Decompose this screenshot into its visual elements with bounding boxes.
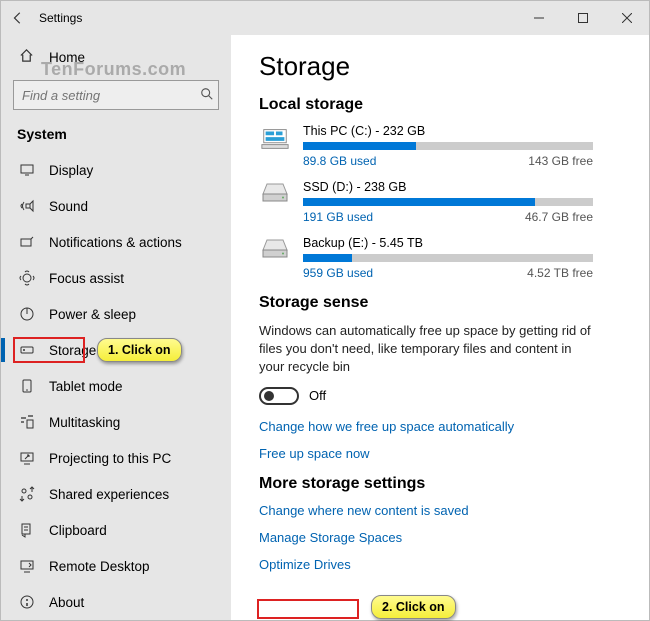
nav-label: Tablet mode [49,379,123,394]
nav-label: Notifications & actions [49,235,182,250]
callout-one: 1. Click on [97,338,182,362]
drive-row[interactable]: This PC (C:) - 232 GB 89.8 GB used 143 GB … [259,124,627,168]
nav-label: Clipboard [49,523,107,538]
back-button[interactable] [1,1,35,35]
sidebar-item-sound[interactable]: Sound [1,188,231,224]
nav-label: Sound [49,199,88,214]
nav-label: Storage [49,343,96,358]
nav-icon [19,342,35,358]
nav-icon [19,522,35,538]
home-label: Home [49,50,85,65]
nav-label: Display [49,163,93,178]
nav-icon [19,486,35,502]
drive-icon [259,236,295,272]
drive-usage-bar [303,254,593,262]
callout-two: 2. Click on [371,595,456,619]
link-change-content-saved[interactable]: Change where new content is saved [259,503,627,518]
nav-icon [19,450,35,466]
drive-row[interactable]: Backup (E:) - 5.45 TB 959 GB used 4.52 TB … [259,236,627,280]
nav-icon [19,234,35,250]
drive-free: 143 GB free [528,154,593,168]
sidebar-item-clipboard[interactable]: Clipboard [1,512,231,548]
nav-label: Projecting to this PC [49,451,171,466]
maximize-button[interactable] [561,1,605,35]
nav-icon [19,558,35,574]
toggle-switch[interactable] [259,387,299,405]
link-manage-storage-spaces[interactable]: Manage Storage Spaces [259,530,627,545]
sidebar-category: System [1,120,231,152]
drive-free: 46.7 GB free [525,210,593,224]
link-change-free-up[interactable]: Change how we free up space automaticall… [259,419,627,434]
link-optimize-drives[interactable]: Optimize Drives [259,557,627,572]
drive-name: SSD (D:) - 238 GB [303,180,627,194]
sidebar-home[interactable]: Home [1,41,231,74]
minimize-button[interactable] [517,1,561,35]
sidebar-item-remote-desktop[interactable]: Remote Desktop [1,548,231,584]
drive-name: Backup (E:) - 5.45 TB [303,236,627,250]
sidebar-item-focus-assist[interactable]: Focus assist [1,260,231,296]
storage-sense-text: Windows can automatically free up space … [259,322,599,377]
nav-label: Shared experiences [49,487,169,502]
page-heading: Storage [259,51,627,82]
toggle-label: Off [309,388,326,403]
nav-label: Focus assist [49,271,124,286]
sidebar: Home System Display Sound Notifications & … [1,35,231,620]
nav-icon [19,414,35,430]
titlebar: Settings [1,1,649,35]
nav-label: About [49,595,84,610]
storage-sense-heading: Storage sense [259,294,627,312]
drive-used: 89.8 GB used [303,154,376,168]
search-input[interactable] [22,88,200,103]
drive-icon [259,124,295,160]
search-box[interactable] [13,80,219,110]
nav-icon [19,594,35,610]
nav-icon [19,306,35,322]
nav-label: Multitasking [49,415,120,430]
local-storage-heading: Local storage [259,96,627,114]
drive-name: This PC (C:) - 232 GB [303,124,627,138]
sidebar-item-notifications-actions[interactable]: Notifications & actions [1,224,231,260]
nav-icon [19,378,35,394]
storage-sense-toggle[interactable]: Off [259,387,627,405]
drive-usage-bar [303,142,593,150]
nav-icon [19,162,35,178]
window-title: Settings [35,11,517,25]
nav-label: Remote Desktop [49,559,150,574]
drive-free: 4.52 TB free [527,266,593,280]
sidebar-item-projecting-to-this-pc[interactable]: Projecting to this PC [1,440,231,476]
nav-label: Power & sleep [49,307,136,322]
drive-icon [259,180,295,216]
sidebar-item-display[interactable]: Display [1,152,231,188]
nav-icon [19,198,35,214]
sidebar-item-about[interactable]: About [1,584,231,620]
sidebar-item-power-sleep[interactable]: Power & sleep [1,296,231,332]
drive-used: 959 GB used [303,266,373,280]
close-button[interactable] [605,1,649,35]
sidebar-item-multitasking[interactable]: Multitasking [1,404,231,440]
more-settings-heading: More storage settings [259,475,627,493]
main-panel: Storage Local storage This PC (C:) - 232… [231,35,649,620]
sidebar-item-tablet-mode[interactable]: Tablet mode [1,368,231,404]
link-free-up-now[interactable]: Free up space now [259,446,627,461]
drive-used: 191 GB used [303,210,373,224]
drive-row[interactable]: SSD (D:) - 238 GB 191 GB used 46.7 GB free [259,180,627,224]
sidebar-item-shared-experiences[interactable]: Shared experiences [1,476,231,512]
home-icon [19,48,35,67]
search-icon [200,87,214,104]
nav-icon [19,270,35,286]
drive-usage-bar [303,198,593,206]
